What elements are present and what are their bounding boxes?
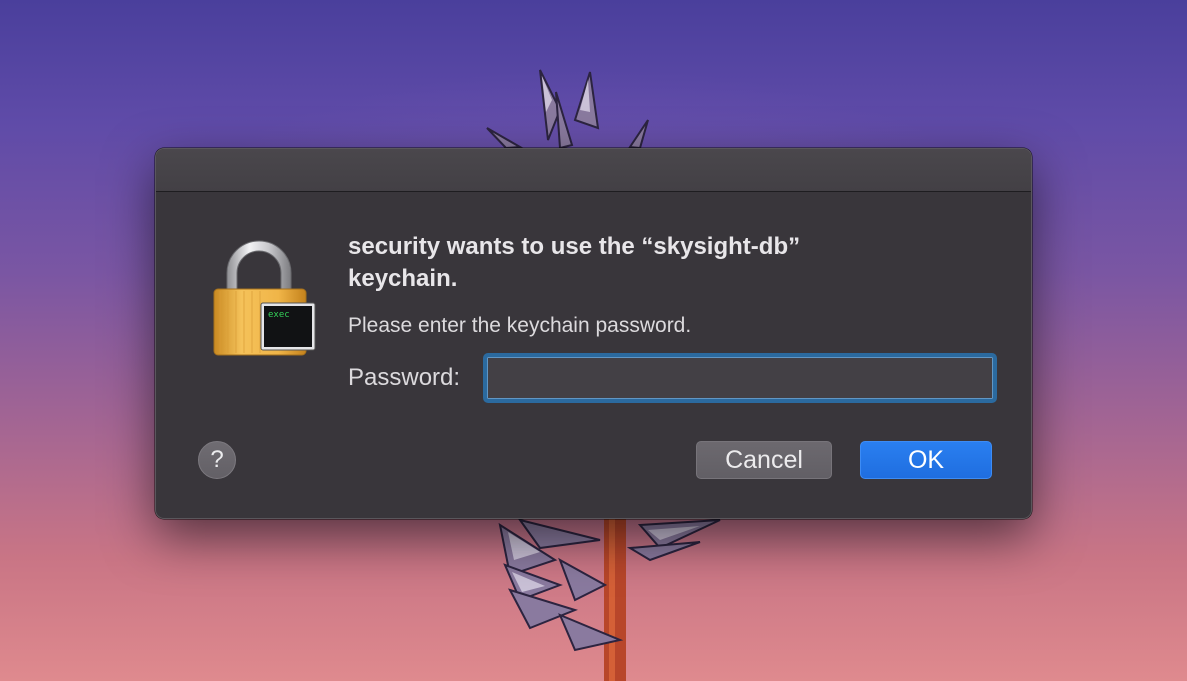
keychain-lock-icon: exec (213, 240, 316, 356)
password-label: Password: (348, 364, 461, 391)
dialog-heading: security wants to use the “skysight-db” … (348, 233, 801, 292)
dialog-titlebar (156, 149, 1031, 192)
keychain-password-dialog: exec security wants to use the “skysight… (155, 148, 1032, 519)
terminal-badge-text: exec (268, 310, 290, 320)
terminal-badge: exec (260, 302, 316, 351)
password-field[interactable] (483, 353, 997, 403)
ok-button[interactable]: OK (860, 441, 992, 479)
dialog-message: Please enter the keychain password. (348, 314, 692, 337)
cancel-button[interactable]: Cancel (696, 441, 832, 479)
help-button[interactable]: ? (198, 441, 236, 479)
